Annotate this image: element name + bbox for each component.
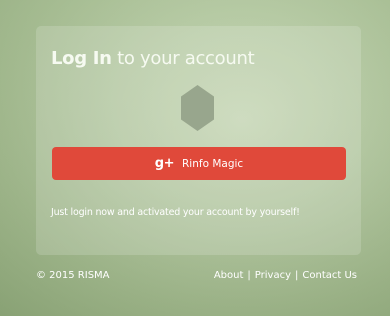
login-title-strong: Log In: [51, 48, 112, 69]
hexagon-icon: [181, 85, 214, 131]
google-login-button[interactable]: g+ Rinfo Magic: [52, 147, 346, 180]
footer-copyright: © 2015 RISMA: [36, 270, 110, 281]
footer-link-contact[interactable]: Contact Us: [302, 270, 357, 281]
login-title: Log In to your account: [51, 48, 255, 70]
google-button-label: Rinfo Magic: [182, 157, 244, 170]
footer-separator-2: |: [295, 270, 299, 281]
footer-links: About | Privacy | Contact Us: [214, 270, 357, 281]
gplus-icon: g+: [154, 156, 175, 171]
footer-separator-1: |: [247, 270, 251, 281]
login-title-rest: to your account: [117, 48, 255, 69]
footer-link-about[interactable]: About: [214, 270, 244, 281]
login-card: Log In to your account g+ Rinfo Magic Ju…: [36, 26, 361, 255]
login-note: Just login now and activated your accoun…: [51, 207, 300, 218]
footer-link-privacy[interactable]: Privacy: [255, 270, 291, 281]
